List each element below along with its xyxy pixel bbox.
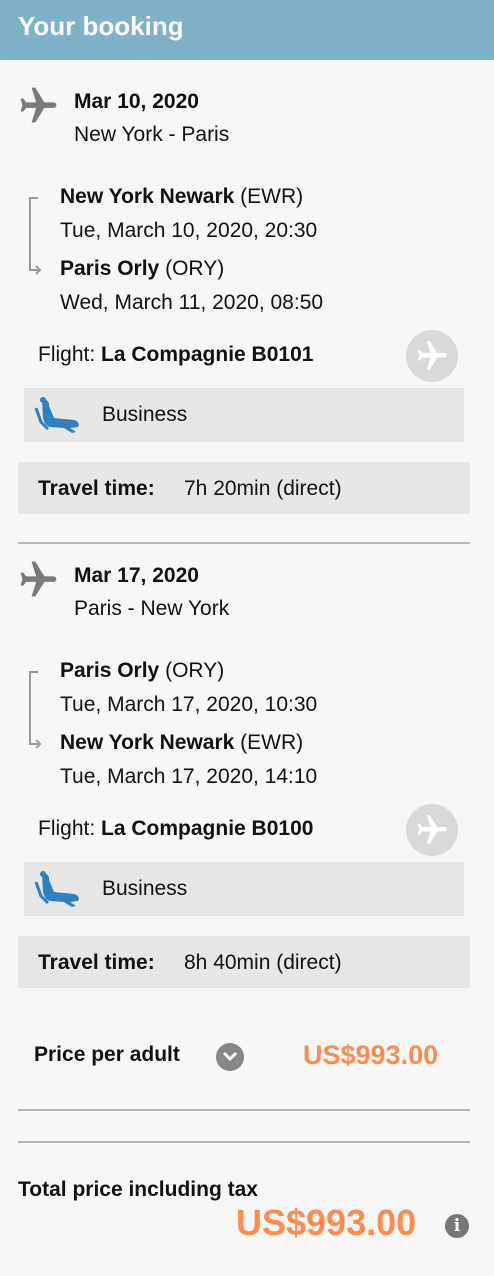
total-price-label: Total price including tax: [18, 1178, 258, 1201]
departure-airport-code: (EWR): [240, 185, 304, 208]
seat-icon: [34, 871, 79, 907]
travel-time-label: Travel time:: [38, 477, 155, 500]
route-connector-icon: [29, 197, 42, 275]
airline-plane-icon: [406, 804, 458, 856]
total-price-value: US$993.00: [236, 1202, 417, 1243]
segment-route: Paris - New York: [74, 597, 230, 620]
travel-time-value: 7h 20min (direct): [184, 477, 342, 500]
flight-label: Flight:: [38, 343, 96, 366]
segment-route: New York - Paris: [74, 123, 230, 146]
departure-airport: Paris Orly (ORY): [60, 659, 224, 683]
cabin-class-box: Business: [24, 388, 464, 442]
flight-number: La Compagnie B0100: [101, 817, 314, 840]
departure-datetime: Tue, March 10, 2020, 20:30: [60, 219, 318, 242]
arrival-airport: New York Newark (EWR): [60, 731, 303, 755]
arrival-datetime: Tue, March 17, 2020, 14:10: [60, 765, 318, 788]
info-icon[interactable]: i: [445, 1214, 469, 1238]
plane-icon: [20, 561, 57, 597]
page-title: Your booking: [18, 11, 184, 41]
flight-number: La Compagnie B0101: [101, 343, 314, 366]
departure-airport: New York Newark (EWR): [60, 185, 303, 209]
travel-time-box: Travel time: 8h 40min (direct): [18, 936, 470, 988]
arrival-airport-name: New York Newark: [60, 731, 235, 754]
flight-label: Flight:: [38, 817, 96, 840]
cabin-class-box: Business: [24, 862, 464, 916]
flight-info: Flight: La Compagnie B0100: [38, 817, 313, 841]
arrival-airport-name: Paris Orly: [60, 257, 160, 280]
travel-time-value: 8h 40min (direct): [184, 951, 342, 974]
arrival-airport-code: (ORY): [165, 257, 225, 280]
seat-icon: [34, 397, 79, 433]
chevron-down-icon[interactable]: [216, 1043, 244, 1071]
departure-datetime: Tue, March 17, 2020, 10:30: [60, 693, 318, 716]
plane-icon: [20, 87, 57, 123]
cabin-class: Business: [102, 403, 188, 426]
travel-time-label: Travel time:: [38, 951, 155, 974]
flight-segment-return: Mar 17, 2020 Paris - New York Paris Orly…: [0, 534, 494, 1008]
booking-header: Your booking: [0, 0, 494, 60]
price-divider: [18, 1109, 470, 1111]
total-divider: [18, 1141, 470, 1143]
arrival-datetime: Wed, March 11, 2020, 08:50: [60, 291, 324, 314]
cabin-class: Business: [102, 877, 188, 900]
arrival-airport: Paris Orly (ORY): [60, 257, 224, 281]
departure-airport-name: New York Newark: [60, 185, 235, 208]
price-per-adult-value: US$993.00: [303, 1040, 439, 1070]
route-connector-icon: [29, 671, 42, 749]
segment-date: Mar 17, 2020: [74, 564, 199, 587]
flight-info: Flight: La Compagnie B0101: [38, 343, 313, 367]
segment-date: Mar 10, 2020: [74, 90, 199, 113]
price-per-adult-label: Price per adult: [34, 1043, 180, 1066]
arrival-airport-code: (EWR): [240, 731, 304, 754]
departure-airport-code: (ORY): [165, 659, 225, 682]
travel-time-box: Travel time: 7h 20min (direct): [18, 462, 470, 514]
flight-segment-outbound: Mar 10, 2020 New York - Paris New York N…: [0, 60, 494, 534]
airline-plane-icon: [406, 330, 458, 382]
departure-airport-name: Paris Orly: [60, 659, 160, 682]
